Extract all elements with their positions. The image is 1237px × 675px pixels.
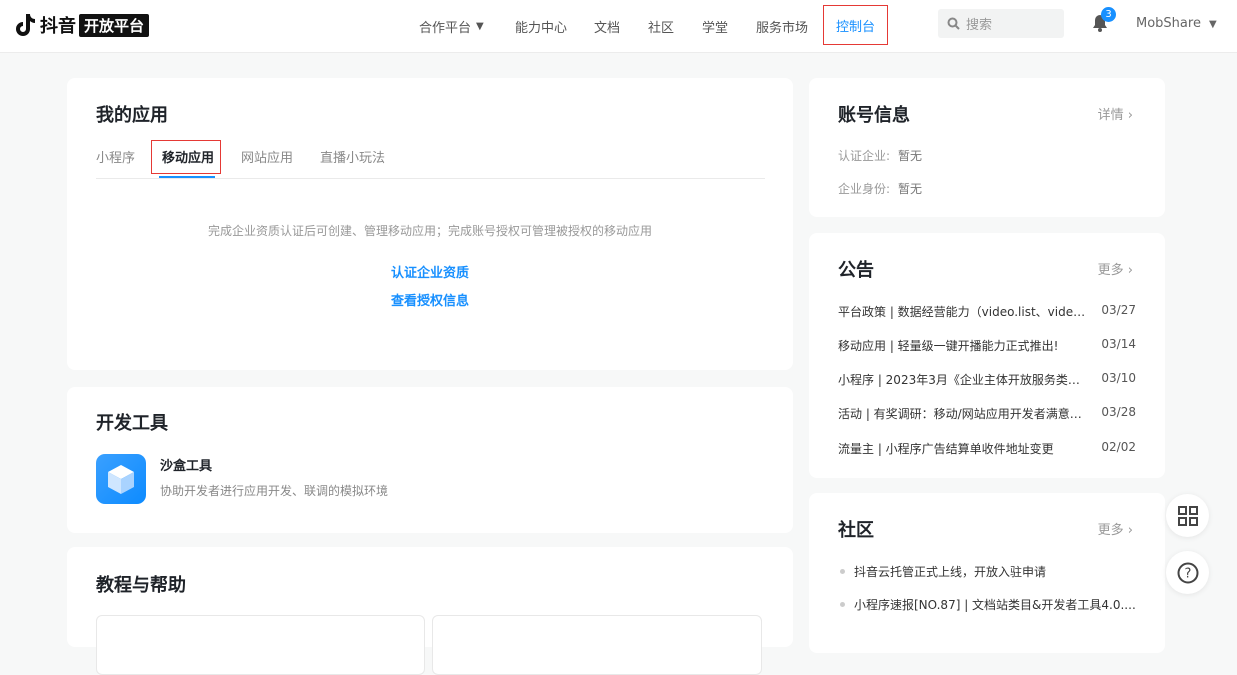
list-item[interactable]: 小程序 | 2023年3月《企业主体开放服务类目》更新 03/10 — [838, 371, 1136, 388]
list-item[interactable]: 小程序速报[NO.87] | 文档站类目&开发者工具4.0.... — [840, 596, 1136, 613]
list-item[interactable]: 流量主 | 小程序广告结算单收件地址变更 02/02 — [838, 440, 1136, 457]
more-link[interactable]: 更多 › — [1098, 519, 1133, 538]
item-date: 03/28 — [1101, 405, 1136, 419]
row-key: 企业身份: — [838, 182, 891, 196]
username: MobShare — [1136, 16, 1201, 31]
account-row: 认证企业: 暂无 — [838, 147, 922, 164]
item-title: 抖音云托管正式上线，开放入驻申请 — [854, 565, 1047, 579]
cube-icon — [96, 454, 146, 504]
bullet-icon — [840, 602, 845, 607]
svg-text:?: ? — [1184, 566, 1191, 581]
tab-live-play[interactable]: 直播小玩法 — [320, 147, 385, 166]
item-date: 02/02 — [1101, 440, 1136, 454]
verify-enterprise-link[interactable]: 认证企业资质 — [67, 262, 793, 281]
nav-label[interactable]: 合作平台 — [419, 17, 471, 36]
account-row: 企业身份: 暂无 — [838, 180, 922, 197]
qrcode-button[interactable] — [1166, 494, 1209, 537]
question-icon: ? — [1177, 562, 1198, 583]
section-title: 社区 — [838, 520, 874, 541]
logo-text: 抖音 — [40, 16, 76, 37]
help-button[interactable]: ? — [1166, 551, 1209, 594]
user-menu[interactable]: MobShare ▼ — [1136, 16, 1217, 31]
nav-service-market[interactable]: 服务市场 — [756, 17, 808, 36]
bullet-icon — [840, 569, 845, 574]
help-item[interactable] — [96, 615, 425, 675]
tool-name: 沙盒工具 — [160, 459, 213, 474]
item-title: 小程序 | 2023年3月《企业主体开放服务类目》更新 — [838, 373, 1090, 387]
row-value: 暂无 — [898, 149, 923, 163]
account-card: 账号信息 详情 › 认证企业: 暂无 企业身份: 暂无 — [809, 78, 1165, 217]
item-date: 03/14 — [1101, 337, 1136, 351]
search-icon — [947, 17, 960, 30]
search-input[interactable]: 搜索 — [938, 9, 1064, 38]
help-card: 教程与帮助 — [67, 547, 793, 675]
more-label: 更多 — [1097, 523, 1124, 538]
detail-link[interactable]: 详情 › — [1098, 104, 1133, 123]
row-key: 认证企业: — [838, 149, 891, 163]
my-apps-card: 我的应用 小程序 移动应用 网站应用 直播小玩法 完成企业资质认证后可创建、管理… — [67, 78, 793, 370]
list-item[interactable]: 移动应用 | 轻量级一键开播能力正式推出! 03/14 — [838, 337, 1136, 354]
nav-academy[interactable]: 学堂 — [702, 17, 728, 36]
search-placeholder: 搜索 — [966, 18, 993, 33]
detail-label: 详情 — [1097, 108, 1124, 123]
logo[interactable]: 抖音 开放平台 — [15, 12, 150, 38]
nav-docs[interactable]: 文档 — [594, 17, 620, 36]
notification-badge: 3 — [1101, 7, 1116, 22]
item-title: 平台政策 | 数据经营能力（video.list、video.data等接口）调… — [838, 305, 1090, 319]
highlight-box — [151, 140, 221, 174]
nav-community[interactable]: 社区 — [648, 17, 674, 36]
sandbox-tool[interactable]: 沙盒工具 协助开发者进行应用开发、联调的模拟环境 — [96, 454, 496, 506]
tab-mini-program[interactable]: 小程序 — [96, 147, 135, 166]
section-title: 我的应用 — [96, 105, 168, 126]
tool-desc: 协助开发者进行应用开发、联调的模拟环境 — [160, 484, 389, 498]
logo-badge: 开放平台 — [79, 13, 150, 37]
active-tab-underline — [159, 176, 215, 178]
nav-ability-center[interactable]: 能力中心 — [515, 17, 567, 36]
nav-console[interactable]: 控制台 — [823, 5, 888, 45]
more-label: 更多 — [1097, 263, 1124, 278]
qrcode-icon — [1177, 505, 1198, 526]
section-title: 开发工具 — [96, 413, 168, 434]
item-title: 活动 | 有奖调研：移动/网站应用开发者满意度调研 — [838, 407, 1090, 421]
item-title: 小程序速报[NO.87] | 文档站类目&开发者工具4.0.... — [854, 598, 1136, 612]
tab-website-app[interactable]: 网站应用 — [241, 147, 293, 166]
section-title: 教程与帮助 — [96, 575, 186, 596]
nav-cooperation[interactable]: 合作平台 ▼ — [419, 0, 484, 53]
empty-hint: 完成企业资质认证后可创建、管理移动应用；完成账号授权可管理被授权的移动应用 — [207, 224, 652, 238]
list-item[interactable]: 活动 | 有奖调研：移动/网站应用开发者满意度调研 03/28 — [838, 405, 1136, 422]
dev-tools-card: 开发工具 沙盒工具 协助开发者进行应用开发、联调的模拟环境 — [67, 387, 793, 533]
item-title: 流量主 | 小程序广告结算单收件地址变更 — [838, 442, 1054, 456]
view-authorization-link[interactable]: 查看授权信息 — [67, 290, 793, 309]
top-header: 抖音 开放平台 合作平台 ▼ 能力中心 文档 社区 学堂 服务市场 控制台 搜索 … — [0, 0, 1237, 53]
list-item[interactable]: 抖音云托管正式上线，开放入驻申请 — [840, 563, 1046, 580]
item-title: 移动应用 | 轻量级一键开播能力正式推出! — [838, 339, 1059, 353]
tiktok-icon — [16, 14, 35, 36]
chevron-down-icon: ▼ — [476, 21, 484, 32]
help-item[interactable] — [432, 615, 762, 675]
community-card: 社区 更多 › 抖音云托管正式上线，开放入驻申请 小程序速报[NO.87] | … — [809, 493, 1165, 653]
announcement-card: 公告 更多 › 平台政策 | 数据经营能力（video.list、video.d… — [809, 233, 1165, 478]
chevron-down-icon: ▼ — [1208, 19, 1217, 30]
item-date: 03/27 — [1101, 303, 1136, 317]
item-date: 03/10 — [1101, 371, 1136, 385]
row-value: 暂无 — [898, 182, 923, 196]
more-link[interactable]: 更多 › — [1098, 259, 1133, 278]
section-title: 公告 — [838, 260, 874, 281]
section-title: 账号信息 — [838, 105, 910, 126]
list-item[interactable]: 平台政策 | 数据经营能力（video.list、video.data等接口）调… — [838, 303, 1136, 320]
